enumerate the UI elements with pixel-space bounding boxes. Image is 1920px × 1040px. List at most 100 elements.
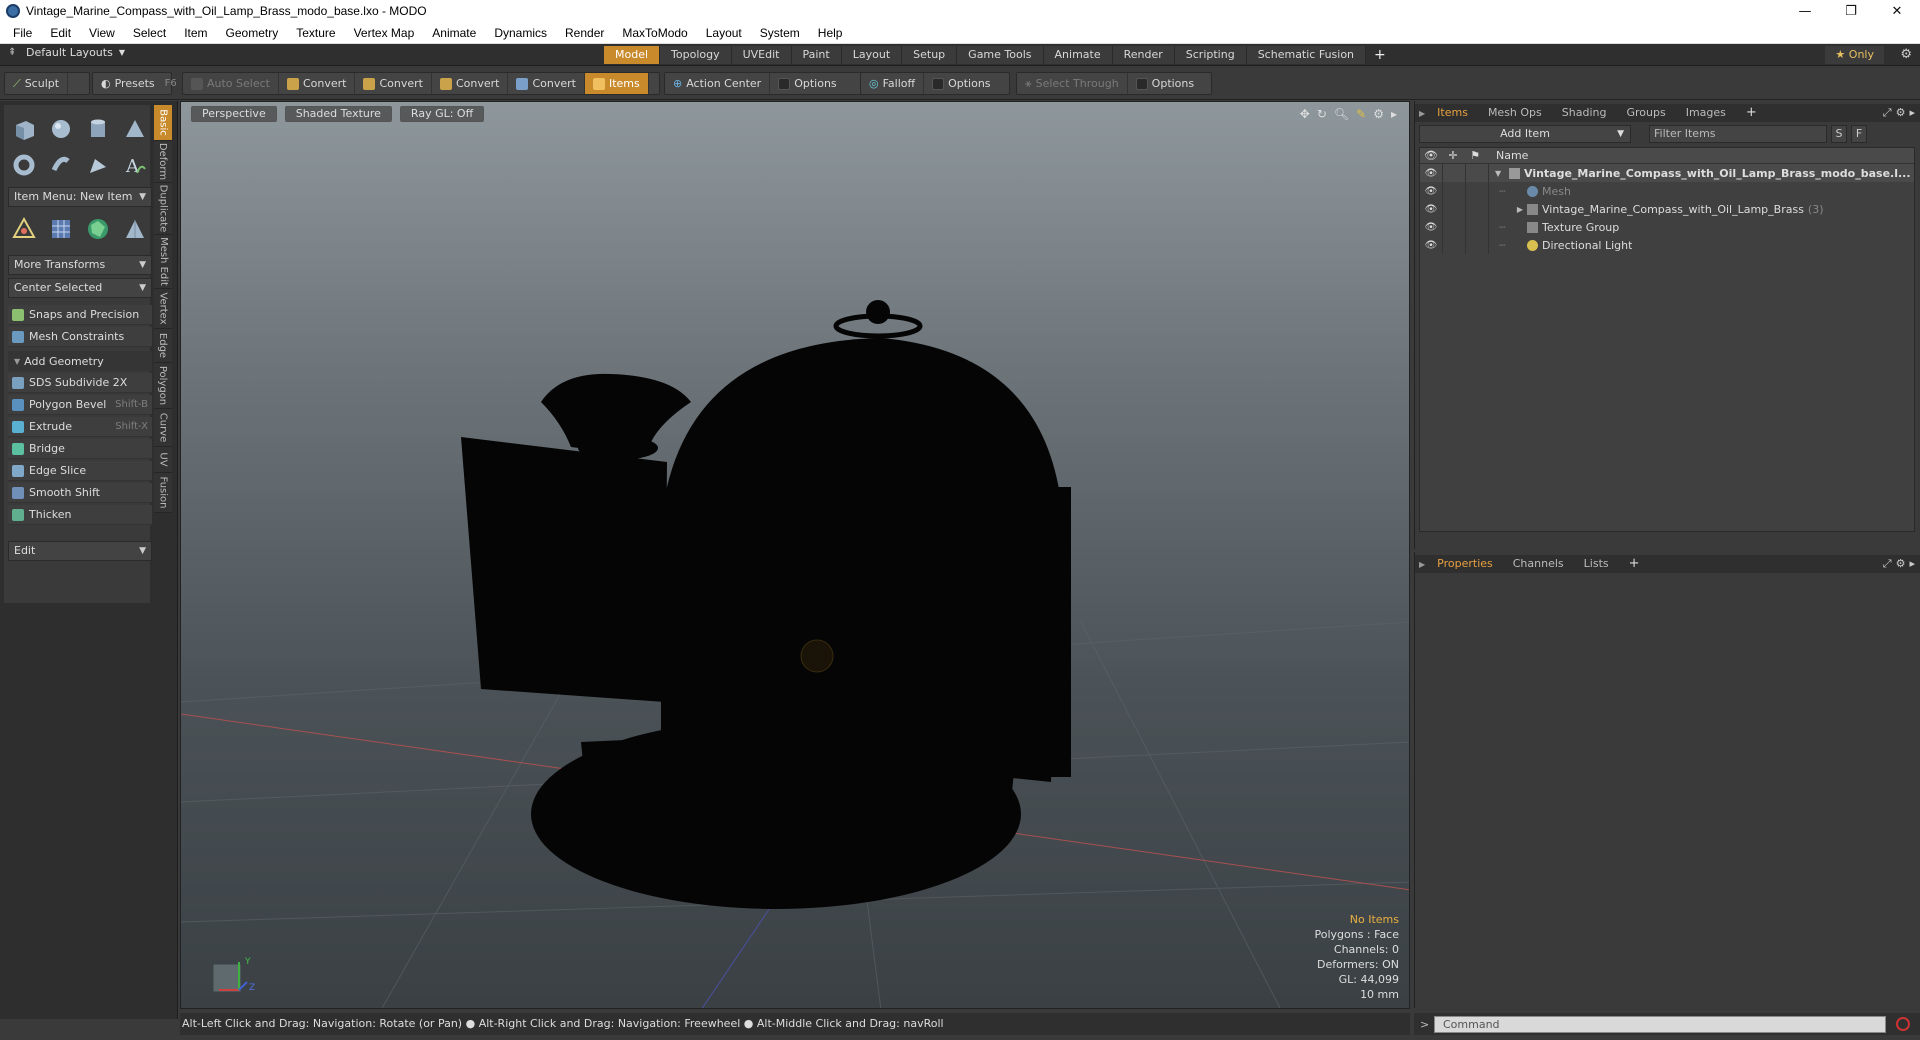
mesh-constraints-button[interactable]: Mesh Constraints: [8, 327, 152, 347]
tab-layout[interactable]: Layout: [841, 46, 903, 64]
expand-icon[interactable]: ⤢: [1883, 555, 1892, 573]
vtab-basic[interactable]: Basic: [154, 105, 172, 141]
convert-edges-button[interactable]: Convert: [355, 73, 432, 94]
tree-row-compass-group[interactable]: 👁︎ ▶ Vintage_Marine_Compass_with_Oil_Lam…: [1420, 200, 1914, 218]
f-filter-button[interactable]: F: [1851, 125, 1867, 143]
cone-icon[interactable]: [119, 113, 150, 144]
gear-icon[interactable]: ⚙: [1896, 555, 1906, 573]
command-input[interactable]: Command: [1434, 1015, 1886, 1033]
menu-file[interactable]: File: [4, 26, 41, 40]
filter-items-input[interactable]: Filter Items: [1649, 125, 1827, 143]
vtab-edge[interactable]: Edge: [154, 329, 172, 363]
convert-polygons-button[interactable]: Convert: [432, 73, 509, 94]
tree-row-directional-light[interactable]: 👁︎ ┄ Directional Light: [1420, 236, 1914, 254]
perspective-view-button[interactable]: Perspective: [191, 106, 277, 122]
close-button[interactable]: ✕: [1874, 0, 1920, 22]
tool-bridge[interactable]: Bridge: [8, 439, 152, 459]
3d-viewport[interactable]: Perspective Shaded Texture Ray GL: Off ✥…: [180, 101, 1410, 1009]
capsule-icon[interactable]: [45, 149, 76, 180]
convert-vertices-button[interactable]: Convert: [279, 73, 356, 94]
eye-icon[interactable]: 👁︎: [1420, 240, 1442, 251]
cube-icon[interactable]: [8, 113, 39, 144]
shaded-texture-button[interactable]: Shaded Texture: [284, 106, 392, 122]
grid-icon[interactable]: [45, 213, 76, 244]
expand-triangle-icon[interactable]: ▶: [1499, 205, 1527, 214]
menu-geometry[interactable]: Geometry: [217, 26, 288, 40]
tree-row-texture-group[interactable]: 👁︎ ┄ Texture Group: [1420, 218, 1914, 236]
menu-maxtomodo[interactable]: MaxToModo: [613, 26, 696, 40]
pen-icon[interactable]: [82, 149, 113, 180]
tree-row-scene[interactable]: 👁︎ ▼ Vintage_Marine_Compass_with_Oil_Lam…: [1420, 164, 1914, 182]
eye-icon[interactable]: 👁︎: [1420, 168, 1442, 179]
add-tab-button[interactable]: +: [1619, 555, 1650, 573]
menu-edit[interactable]: Edit: [41, 26, 80, 40]
tab-animate[interactable]: Animate: [1043, 46, 1113, 64]
gear-icon[interactable]: ⚙: [1896, 104, 1906, 122]
menu-layout[interactable]: Layout: [697, 26, 751, 40]
auto-select-button[interactable]: Auto Select: [183, 73, 279, 94]
menu-select[interactable]: Select: [124, 26, 175, 40]
falloff-button[interactable]: ◎ Falloff: [861, 73, 925, 94]
sculpt-button[interactable]: ⟋ Sculpt: [5, 73, 69, 94]
zoom-icon[interactable]: 🔍︎: [1334, 107, 1349, 121]
select-through-button[interactable]: ⚹ Select Through: [1017, 73, 1128, 94]
pan-icon[interactable]: ✥: [1300, 107, 1310, 121]
action-center-button[interactable]: ⊕ Action Center: [665, 73, 771, 94]
add-tab-button[interactable]: +: [1736, 104, 1767, 122]
cylinder-icon[interactable]: [82, 113, 113, 144]
sphere-icon[interactable]: [45, 113, 76, 144]
tool-edge-slice[interactable]: Edge Slice: [8, 461, 152, 481]
add-item-dropdown[interactable]: Add Item ▼: [1419, 125, 1631, 143]
vtab-duplicate[interactable]: Duplicate: [154, 183, 172, 235]
center-selected-dropdown[interactable]: Center Selected ▼: [8, 278, 152, 298]
menu-system[interactable]: System: [751, 26, 809, 40]
torus-icon[interactable]: [8, 149, 39, 180]
tool-sds-subdivide[interactable]: SDS Subdivide 2X: [8, 373, 152, 393]
eye-icon[interactable]: 👁︎: [1420, 222, 1442, 233]
pyramid-icon[interactable]: [119, 213, 150, 244]
menu-animate[interactable]: Animate: [423, 26, 485, 40]
menu-texture[interactable]: Texture: [287, 26, 344, 40]
add-geometry-header[interactable]: ▼ Add Geometry: [8, 351, 152, 371]
items-mode-button[interactable]: Items: [584, 73, 649, 94]
edit-dropdown[interactable]: Edit ▼: [8, 541, 152, 561]
tab-model[interactable]: Model: [604, 46, 661, 64]
menu-render[interactable]: Render: [556, 26, 613, 40]
vtab-deform[interactable]: Deform: [154, 141, 172, 183]
text-icon[interactable]: A: [119, 149, 150, 180]
vtab-vertex[interactable]: Vertex: [154, 289, 172, 329]
add-layout-tab-button[interactable]: +: [1366, 46, 1394, 64]
minimize-button[interactable]: —: [1782, 0, 1828, 22]
stop-icon[interactable]: [1896, 1017, 1910, 1031]
eye-icon[interactable]: 👁︎: [1420, 186, 1442, 197]
vtab-curve[interactable]: Curve: [154, 409, 172, 447]
globe-icon[interactable]: [82, 213, 113, 244]
chevron-right-icon[interactable]: ▸: [1909, 555, 1915, 573]
tab-setup[interactable]: Setup: [902, 46, 958, 64]
only-button[interactable]: ★ Only: [1825, 46, 1884, 64]
expand-triangle-icon[interactable]: ▼: [1495, 169, 1509, 178]
chevron-right-icon[interactable]: ▸: [1391, 107, 1397, 121]
tab-lists[interactable]: Lists: [1574, 555, 1619, 573]
tool-smooth-shift[interactable]: Smooth Shift: [8, 483, 152, 503]
tab-render[interactable]: Render: [1112, 46, 1175, 64]
menu-vertex-map[interactable]: Vertex Map: [345, 26, 424, 40]
expand-icon[interactable]: ⤢: [1883, 104, 1892, 122]
move-icon[interactable]: [8, 213, 39, 244]
falloff-options-button[interactable]: Options: [924, 73, 998, 94]
presets-button[interactable]: ◐ Presets F6: [93, 73, 185, 94]
vtab-fusion[interactable]: Fusion: [154, 473, 172, 513]
vtab-uv[interactable]: UV: [154, 447, 172, 473]
eye-icon[interactable]: 👁︎: [1420, 204, 1442, 215]
paint-icon[interactable]: ✎: [1356, 107, 1366, 121]
menu-dynamics[interactable]: Dynamics: [485, 26, 556, 40]
tab-groups[interactable]: Groups: [1616, 104, 1675, 122]
restore-button[interactable]: ❐: [1828, 0, 1874, 22]
select-through-options-button[interactable]: Options: [1128, 73, 1202, 94]
more-transforms-dropdown[interactable]: More Transforms ▼: [8, 255, 152, 275]
tab-topology[interactable]: Topology: [660, 46, 732, 64]
action-center-options-button[interactable]: Options: [770, 73, 844, 94]
gear-icon[interactable]: ⚙: [1373, 107, 1384, 121]
chevron-right-icon[interactable]: ▸: [1909, 104, 1915, 122]
gear-icon[interactable]: ⚙: [1900, 47, 1912, 62]
